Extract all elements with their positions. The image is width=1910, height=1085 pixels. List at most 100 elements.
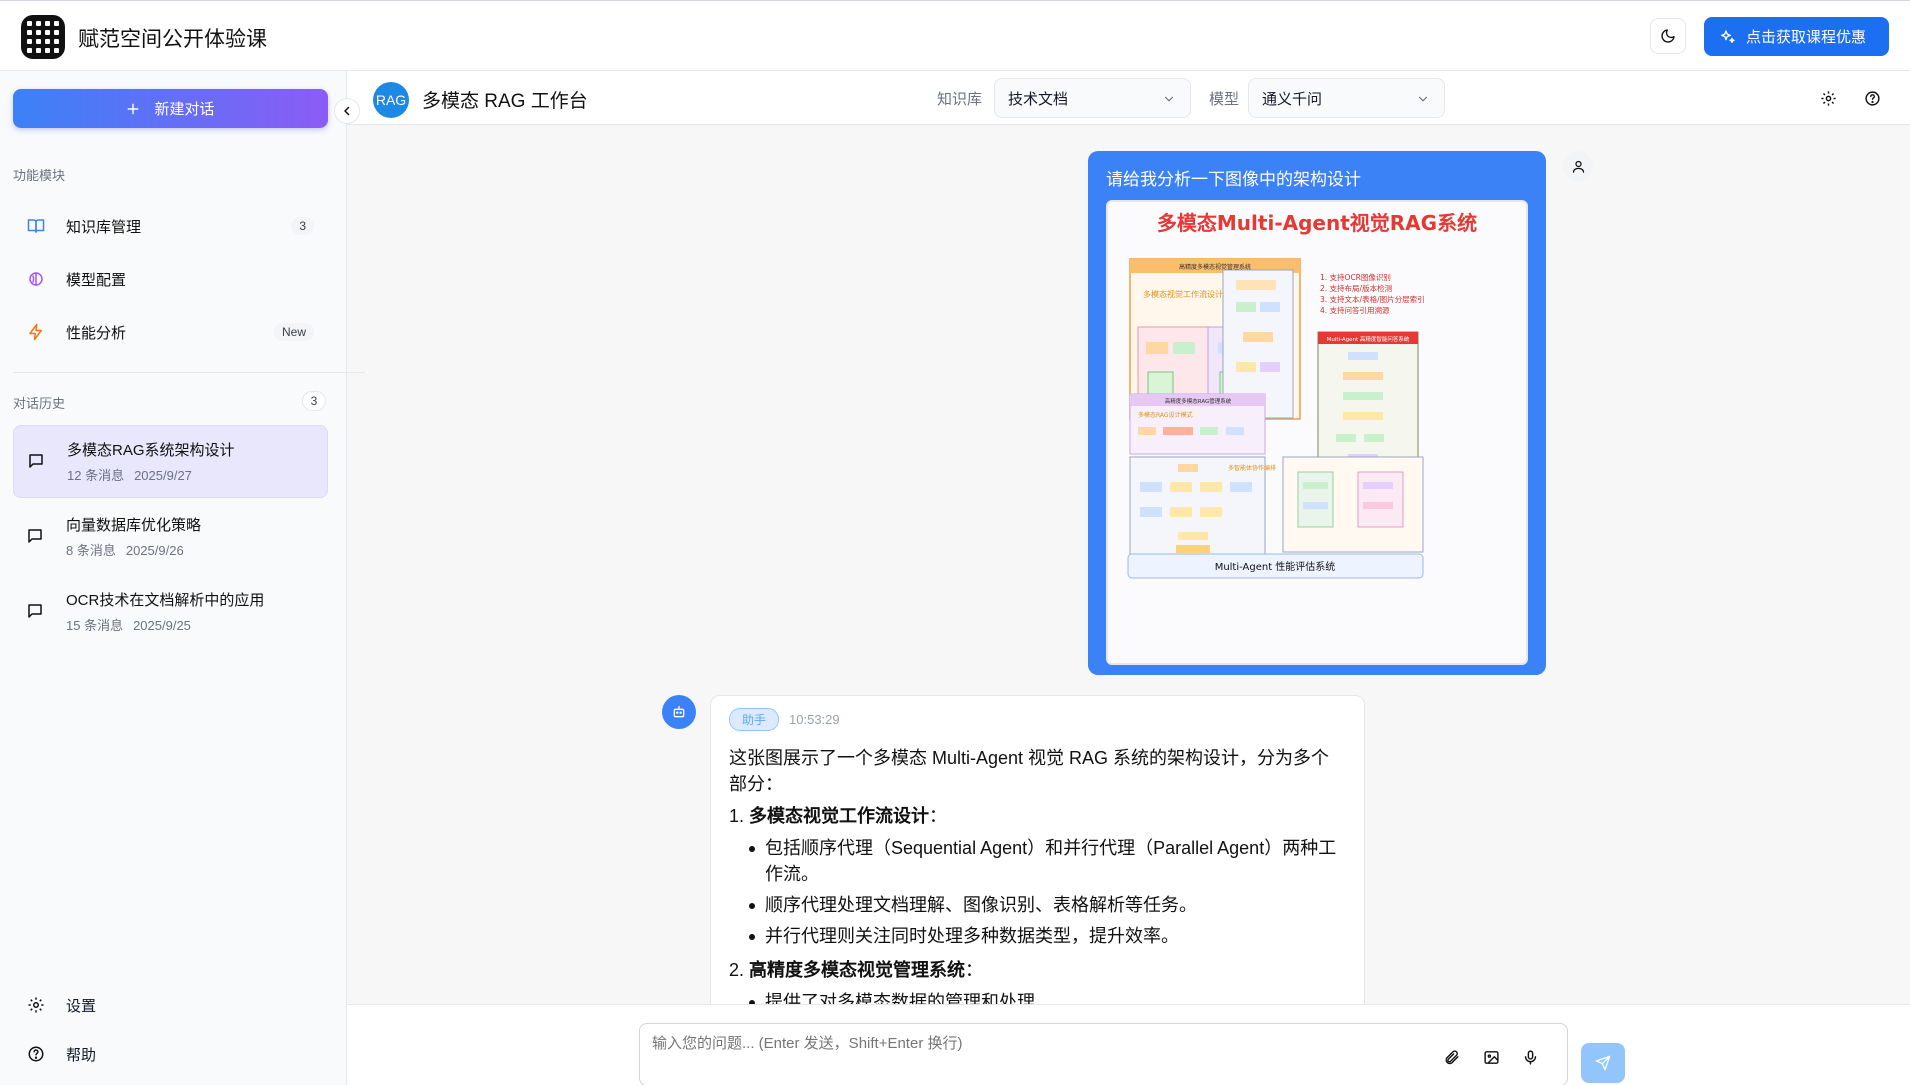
knowledge-base-value: 技术文档 — [1008, 90, 1069, 108]
section-title: 多模态视觉工作流设计 — [749, 806, 930, 826]
voice-input-button[interactable] — [1519, 1046, 1541, 1068]
new-chat-button[interactable]: 新建对话 — [13, 89, 328, 128]
message-icon — [27, 452, 45, 475]
assistant-message-body: 这张图展示了一个多模态 Multi-Agent 视觉 RAG 系统的架构设计，分… — [729, 745, 1346, 1004]
help-circle-icon — [1864, 90, 1880, 106]
assistant-intro: 这张图展示了一个多模态 Multi-Agent 视觉 RAG 系统的架构设计，分… — [729, 748, 1330, 794]
history-message-count: 12 条消息 — [67, 468, 125, 483]
moon-icon — [1661, 29, 1675, 43]
section-points: 包括顺序代理（Sequential Agent）和并行代理（Parallel A… — [749, 835, 1346, 949]
theme-toggle-button[interactable] — [1650, 18, 1686, 54]
history-item[interactable]: OCR技术在文档解析中的应用 15 条消息 2025/9/25 — [13, 576, 328, 649]
send-icon — [1595, 1055, 1611, 1071]
message-timestamp: 10:53:29 — [789, 712, 840, 727]
sparkles-icon — [1721, 29, 1735, 43]
knowledge-base-select[interactable]: 技术文档 — [994, 78, 1191, 118]
new-chat-label: 新建对话 — [154, 101, 215, 118]
user-avatar — [1563, 151, 1593, 181]
settings-label: 设置 — [66, 997, 97, 1015]
list-item: 顺序代理处理文档理解、图像识别、表格解析等任务。 — [749, 892, 1346, 918]
history-message-count: 15 条消息 — [66, 618, 124, 633]
feature-1: 1. 支持OCR图像识别 — [1320, 272, 1391, 282]
image-upload-button[interactable] — [1480, 1046, 1502, 1068]
plus-icon — [128, 103, 139, 114]
history-date: 2025/9/26 — [125, 543, 184, 558]
section-number: 2. — [729, 960, 745, 980]
user-icon — [1572, 160, 1584, 173]
image-icon — [1483, 1050, 1499, 1064]
gear-icon — [1820, 90, 1836, 106]
page-title: 多模态 RAG 工作台 — [422, 91, 588, 112]
sidebar-item-label: 模型配置 — [66, 271, 127, 289]
history-title: 向量数据库优化策略 — [66, 517, 202, 534]
sidebar-item-performance[interactable]: 性能分析 New — [13, 310, 328, 354]
send-button[interactable] — [1581, 1043, 1625, 1083]
assistant-avatar — [662, 695, 696, 729]
sidebar: 新建对话 功能模块 知识库管理 3 模型配置 性能分析 New 对话历史 3 多… — [0, 71, 365, 1085]
history-message-count: 8 条消息 — [66, 543, 116, 558]
chevron-down-icon — [1164, 96, 1174, 102]
history-item[interactable]: 多模态RAG系统架构设计 12 条消息 2025/9/27 — [13, 425, 328, 498]
workspace-header: RAG 多模态 RAG 工作台 知识库 技术文档 模型 通义千问 — [347, 71, 1910, 125]
message-icon — [26, 527, 44, 550]
workflow-panel-subtitle: 多模态视觉工作流设计 — [1143, 289, 1223, 299]
evaluation-system-label: Multi-Agent 性能评估系统 — [1215, 560, 1336, 573]
section-number: 1. — [729, 806, 745, 826]
collapse-sidebar-button[interactable] — [334, 98, 360, 124]
message-icon — [26, 602, 44, 625]
section-heading: 2. 高精度多模态视觉管理系统： — [729, 957, 1346, 983]
rag-panel-title: 高精度多模态RAG管理系统 — [1165, 397, 1232, 405]
architecture-diagram-image[interactable]: 多模态Multi-Agent视觉RAG系统 高精度多模态视觉管理系统 多模态视觉… — [1106, 200, 1528, 665]
sidebar-item-label: 知识库管理 — [66, 218, 142, 236]
history-count-badge: 3 — [302, 391, 326, 411]
knowledge-base-label: 知识库 — [937, 91, 983, 108]
chat-area: 请给我分析一下图像中的架构设计 多模态Multi-Agent视觉RAG系统 高精… — [347, 125, 1910, 1004]
assistant-message: 助手 10:53:29 这张图展示了一个多模态 Multi-Agent 视觉 R… — [710, 695, 1365, 1004]
bot-icon — [673, 706, 685, 718]
sidebar-item-label: 性能分析 — [66, 324, 127, 342]
promo-button[interactable]: 点击获取课程优惠 — [1704, 17, 1889, 56]
attach-button[interactable] — [1440, 1046, 1462, 1068]
history-date: 2025/9/27 — [134, 468, 192, 483]
section-colon: ： — [965, 960, 984, 980]
gear-icon — [26, 996, 46, 1014]
list-item: 包括顺序代理（Sequential Agent）和并行代理（Parallel A… — [749, 835, 1346, 887]
microphone-icon — [1524, 1049, 1536, 1065]
model-select[interactable]: 通义千问 — [1248, 78, 1445, 118]
message-input-box — [639, 1023, 1568, 1085]
history-section-title: 对话历史 — [13, 396, 66, 411]
sidebar-item-knowledge-base[interactable]: 知识库管理 3 — [13, 204, 328, 248]
history-date: 2025/9/25 — [133, 618, 191, 633]
zap-icon — [26, 323, 46, 341]
app-title: 赋范空间公开体验课 — [78, 28, 267, 51]
section-heading: 1. 多模态视觉工作流设计： — [729, 803, 1346, 829]
message-input[interactable] — [652, 1032, 1432, 1072]
history-title: 多模态RAG系统架构设计 — [67, 442, 235, 459]
feature-2: 2. 支持布局/版本检测 — [1320, 283, 1392, 293]
settings-icon-button[interactable] — [1817, 87, 1839, 109]
book-open-icon — [26, 217, 46, 235]
chevron-left-icon — [344, 106, 350, 116]
help-icon-button[interactable] — [1861, 87, 1883, 109]
assistant-tag: 助手 — [729, 708, 780, 731]
new-badge: New — [273, 323, 314, 341]
feature-4: 4. 支持问答引用溯源 — [1320, 305, 1390, 315]
qa-panel-title: Multi-Agent 高精度智能问答系统 — [1327, 335, 1410, 343]
brain-icon — [26, 270, 46, 288]
help-circle-icon — [26, 1045, 46, 1063]
section-colon: ： — [929, 806, 948, 826]
sidebar-divider — [13, 372, 365, 373]
chevron-down-icon — [1418, 96, 1428, 102]
app-logo — [21, 15, 65, 59]
help-button[interactable]: 帮助 — [13, 1034, 328, 1074]
history-item[interactable]: 向量数据库优化策略 8 条消息 2025/9/26 — [13, 501, 328, 574]
model-label: 模型 — [1209, 91, 1240, 108]
modules-section-title: 功能模块 — [13, 168, 66, 183]
section-title: 高精度多模态视觉管理系统 — [749, 960, 966, 980]
list-item: 提供了对多模态数据的管理和处理 — [749, 989, 1346, 1004]
settings-button[interactable]: 设置 — [13, 985, 328, 1025]
diagram-title: 多模态Multi-Agent视觉RAG系统 — [1157, 211, 1477, 235]
sidebar-item-model-config[interactable]: 模型配置 — [13, 257, 328, 301]
agent-panel-subtitle: 多智能体协作编排 — [1228, 464, 1276, 472]
input-bar — [347, 1004, 1910, 1085]
